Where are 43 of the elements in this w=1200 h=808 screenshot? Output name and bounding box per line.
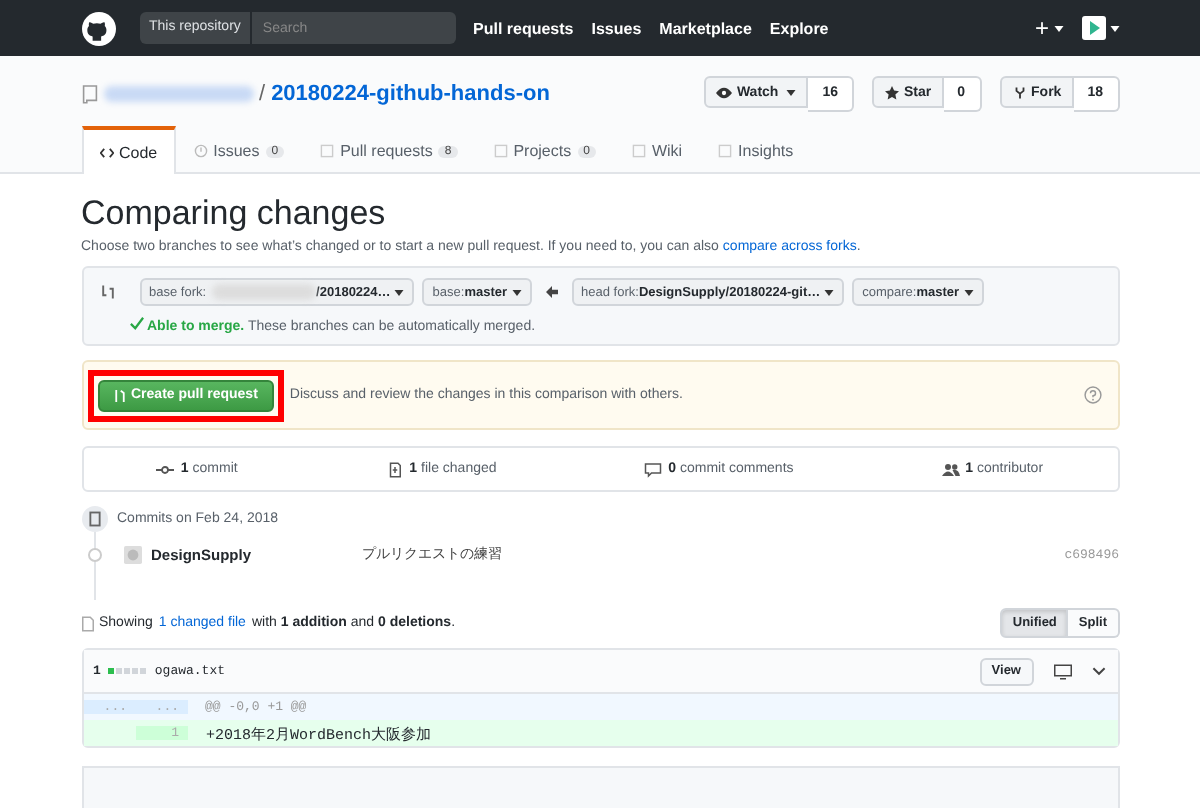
repo-tab[interactable]: Insights xyxy=(700,128,812,172)
fork-icon xyxy=(1011,85,1028,99)
tab-icon xyxy=(718,144,733,158)
file-diff-icon xyxy=(81,615,93,631)
caret-icon xyxy=(1109,25,1119,31)
diffstat-icon xyxy=(108,668,147,674)
chevron-down-icon[interactable] xyxy=(1091,666,1105,676)
page-title: Comparing changes xyxy=(81,194,388,234)
path-separator: / xyxy=(259,82,266,106)
people-icon xyxy=(941,461,960,477)
pull-request-icon xyxy=(113,387,125,403)
star-icon xyxy=(884,85,900,99)
nav-link[interactable]: Explore xyxy=(769,19,829,37)
eye-icon xyxy=(716,85,733,99)
caret-icon xyxy=(963,289,974,295)
left-arrow-icon xyxy=(545,286,558,298)
caret-icon xyxy=(394,289,405,295)
repo-tab[interactable]: Wiki xyxy=(613,128,701,172)
nav-link[interactable]: Issues xyxy=(591,19,642,37)
caret-icon xyxy=(511,289,522,295)
code-icon xyxy=(99,145,113,159)
avatar-icon xyxy=(123,545,141,563)
octocat-logo-icon[interactable] xyxy=(81,11,115,45)
commit-icon xyxy=(156,461,175,477)
caret-icon xyxy=(1053,25,1063,31)
tab-icon xyxy=(631,144,646,158)
caret-icon xyxy=(786,89,797,95)
issue-icon xyxy=(193,144,208,158)
monitor-icon[interactable] xyxy=(1053,663,1071,679)
comment-icon xyxy=(644,461,663,477)
user-menu-button[interactable] xyxy=(1081,16,1119,40)
caret-icon xyxy=(824,289,835,295)
help-icon[interactable] xyxy=(1083,386,1101,404)
repo-icon xyxy=(81,84,97,104)
tab-icon xyxy=(493,144,508,158)
nav-link[interactable]: Marketplace xyxy=(659,19,752,37)
compare-icon xyxy=(99,284,115,300)
new-menu-button[interactable]: + xyxy=(1034,14,1063,42)
nav-link[interactable]: Pull requests xyxy=(473,19,574,37)
file-icon xyxy=(385,461,404,477)
repo-name-link[interactable]: 20180224-github-hands-on xyxy=(271,82,550,106)
repo-tab[interactable]: Code xyxy=(81,126,176,174)
tab-icon xyxy=(320,144,335,158)
